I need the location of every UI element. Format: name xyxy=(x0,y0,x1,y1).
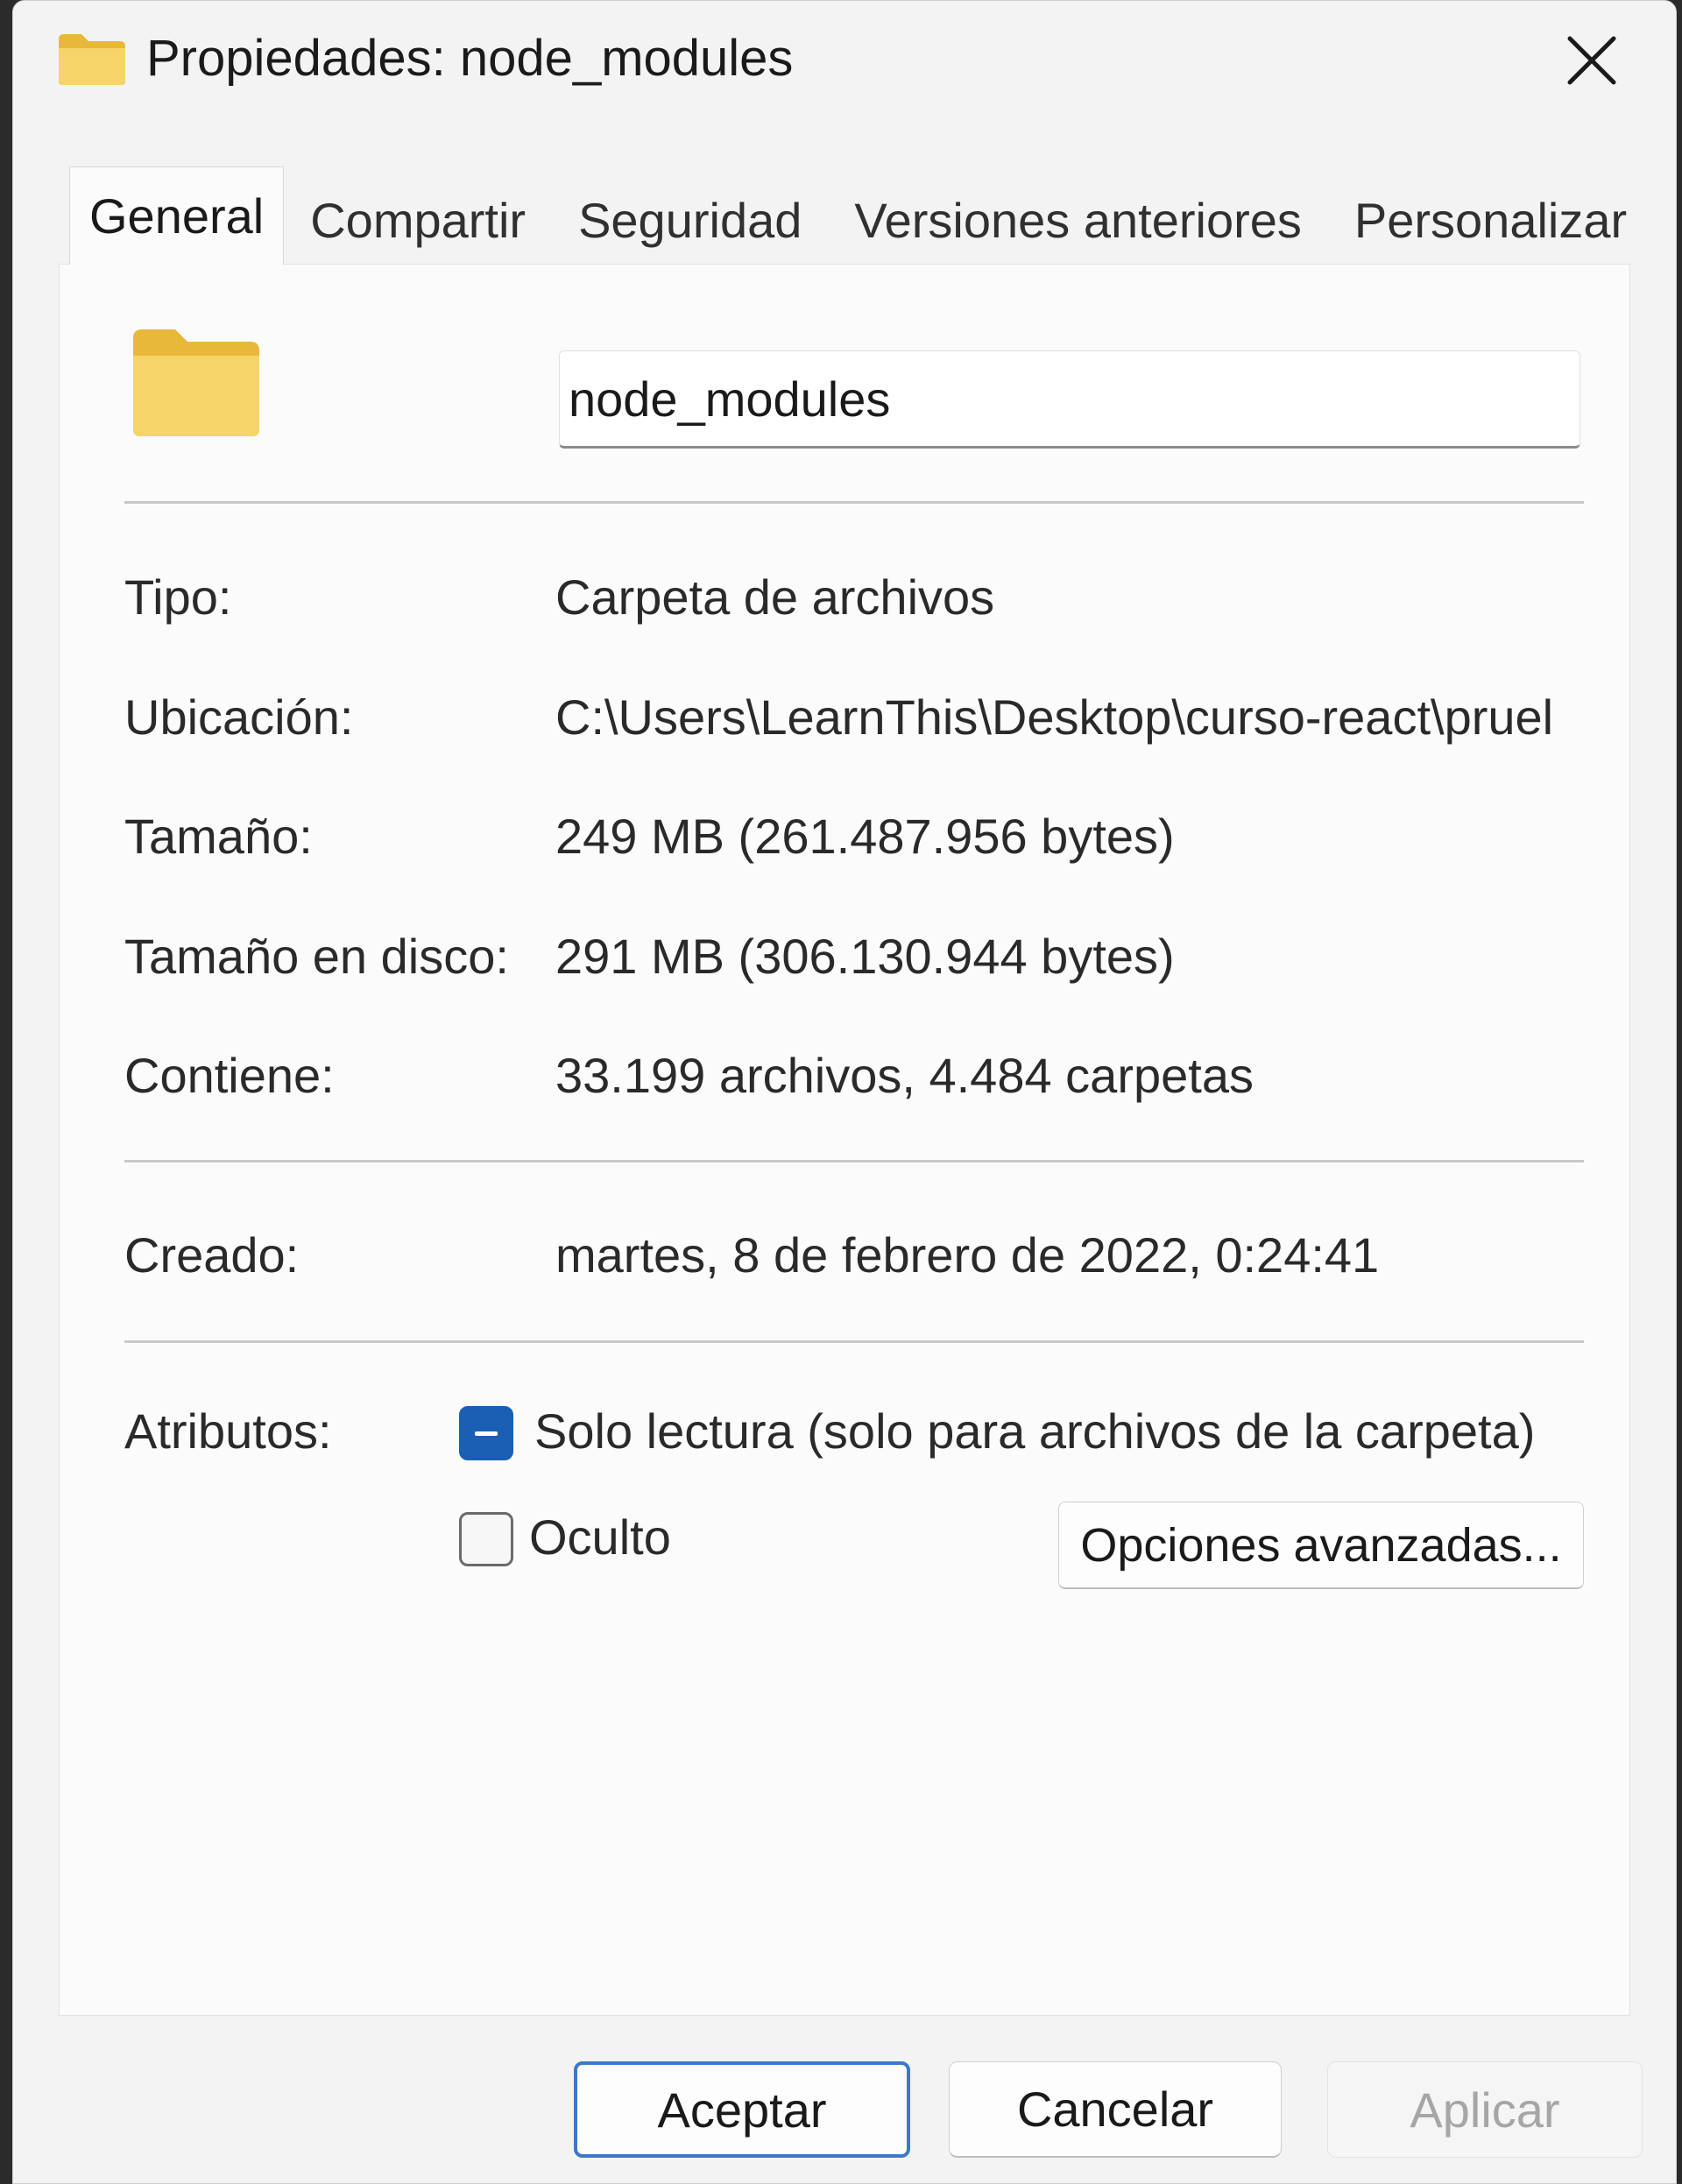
size-on-disk-label: Tamaño en disco: xyxy=(124,929,509,984)
properties-window: Propiedades: node_modules General Compar… xyxy=(12,0,1677,2184)
window-title: Propiedades: node_modules xyxy=(146,30,794,87)
size-value: 249 MB (261.487.956 bytes) xyxy=(555,809,1175,864)
attributes-label: Atributos: xyxy=(124,1403,332,1459)
close-icon xyxy=(1565,33,1619,92)
hidden-checkbox[interactable] xyxy=(459,1512,513,1566)
advanced-options-button[interactable]: Opciones avanzadas... xyxy=(1058,1502,1584,1589)
separator xyxy=(124,1340,1584,1343)
close-button[interactable] xyxy=(1551,22,1632,102)
folder-name-input[interactable] xyxy=(559,350,1580,449)
created-label: Creado: xyxy=(124,1227,300,1283)
created-value: martes, 8 de febrero de 2022, 0:24:41 xyxy=(555,1227,1380,1283)
folder-icon xyxy=(130,326,263,440)
readonly-checkbox[interactable] xyxy=(459,1406,513,1460)
tab-personalizar[interactable]: Personalizar xyxy=(1328,176,1653,264)
separator xyxy=(124,1160,1584,1163)
readonly-checkbox-label[interactable]: Solo lectura (solo para archivos de la c… xyxy=(534,1401,1535,1462)
hidden-checkbox-label[interactable]: Oculto xyxy=(529,1507,671,1568)
location-value[interactable]: C:\Users\LearnThis\Desktop\curso-react\p… xyxy=(555,687,1598,748)
type-label: Tipo: xyxy=(124,569,232,625)
separator xyxy=(124,501,1584,504)
location-label: Ubicación: xyxy=(124,689,354,745)
title-bar[interactable]: Propiedades: node_modules xyxy=(13,1,1676,124)
tab-general[interactable]: General xyxy=(69,166,285,265)
contains-label: Contiene: xyxy=(124,1048,335,1103)
tab-compartir[interactable]: Compartir xyxy=(284,176,552,264)
tab-seguridad[interactable]: Seguridad xyxy=(552,176,828,264)
general-panel: Tipo: Carpeta de archivos Ubicación: C:\… xyxy=(59,264,1630,2016)
tab-strip: General Compartir Seguridad Versiones an… xyxy=(69,166,1630,265)
contains-value: 33.199 archivos, 4.484 carpetas xyxy=(555,1048,1254,1103)
cancel-button[interactable]: Cancelar xyxy=(949,2061,1282,2158)
type-value: Carpeta de archivos xyxy=(555,569,995,625)
folder-icon xyxy=(57,32,127,87)
ok-button[interactable]: Aceptar xyxy=(574,2061,910,2158)
apply-button[interactable]: Aplicar xyxy=(1327,2061,1643,2158)
size-label: Tamaño: xyxy=(124,809,313,864)
size-on-disk-value: 291 MB (306.130.944 bytes) xyxy=(555,929,1175,984)
tab-versiones-anteriores[interactable]: Versiones anteriores xyxy=(828,176,1328,264)
